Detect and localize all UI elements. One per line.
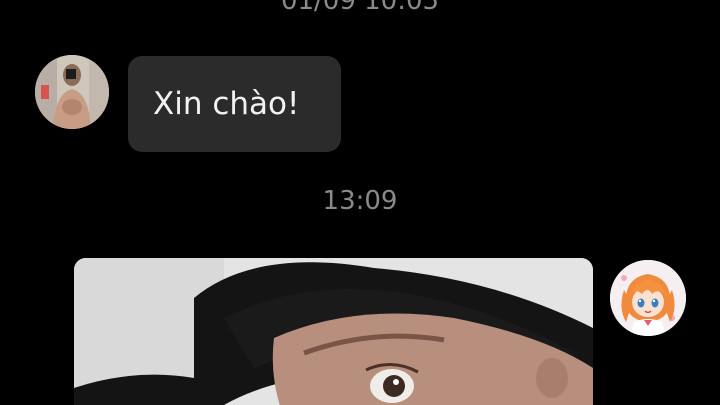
message-text: Xin chào! bbox=[153, 86, 300, 122]
user-photo-avatar[interactable] bbox=[35, 55, 109, 129]
timestamp-divider: 01/09 10:05 bbox=[280, 0, 440, 16]
photo-content bbox=[74, 258, 593, 405]
image-message[interactable] bbox=[74, 258, 593, 405]
timestamp-divider: 13:09 bbox=[322, 186, 398, 216]
chat-screen: 01/09 10:05 Xin chào! 13:09 bbox=[0, 0, 720, 405]
message-bubble-incoming[interactable]: Xin chào! bbox=[128, 56, 341, 152]
anime-character-avatar[interactable] bbox=[610, 260, 686, 336]
anime-avatar-icon bbox=[610, 260, 686, 336]
avatar-photo-icon bbox=[35, 55, 109, 129]
